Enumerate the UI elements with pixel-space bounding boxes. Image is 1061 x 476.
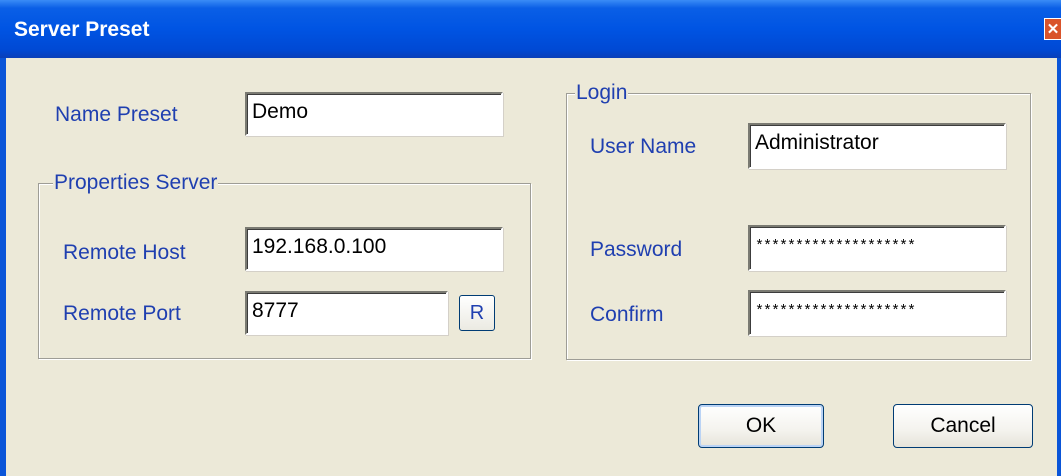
window-left-border bbox=[0, 58, 6, 476]
ok-button[interactable]: OK bbox=[698, 404, 824, 448]
window-right-border bbox=[1057, 58, 1061, 476]
confirm-label: Confirm bbox=[590, 303, 664, 326]
password-input[interactable]: ******************** bbox=[748, 225, 1006, 271]
remote-host-label: Remote Host bbox=[63, 241, 186, 264]
user-name-input[interactable]: Administrator bbox=[748, 123, 1006, 169]
login-legend: Login bbox=[575, 81, 629, 105]
password-label: Password bbox=[590, 238, 683, 261]
confirm-password-input[interactable]: ******************** bbox=[748, 290, 1006, 336]
remote-host-input[interactable]: 192.168.0.100 bbox=[245, 227, 503, 271]
remote-port-input[interactable]: 8777 bbox=[245, 291, 448, 335]
close-button[interactable]: ✕ bbox=[1044, 18, 1061, 40]
cancel-button[interactable]: Cancel bbox=[893, 404, 1033, 448]
name-preset-input[interactable]: Demo bbox=[245, 92, 503, 136]
name-preset-label: Name Preset bbox=[55, 103, 178, 126]
close-icon: ✕ bbox=[1046, 21, 1060, 38]
remote-port-label: Remote Port bbox=[63, 302, 181, 325]
reset-port-button[interactable]: R bbox=[459, 295, 495, 331]
server-preset-dialog: Server Preset ✕ Name Preset Demo Propert… bbox=[0, 0, 1061, 476]
title-bar[interactable]: Server Preset ✕ bbox=[0, 0, 1061, 58]
window-title: Server Preset bbox=[14, 18, 150, 41]
properties-server-legend: Properties Server bbox=[53, 171, 219, 195]
user-name-label: User Name bbox=[590, 135, 697, 158]
